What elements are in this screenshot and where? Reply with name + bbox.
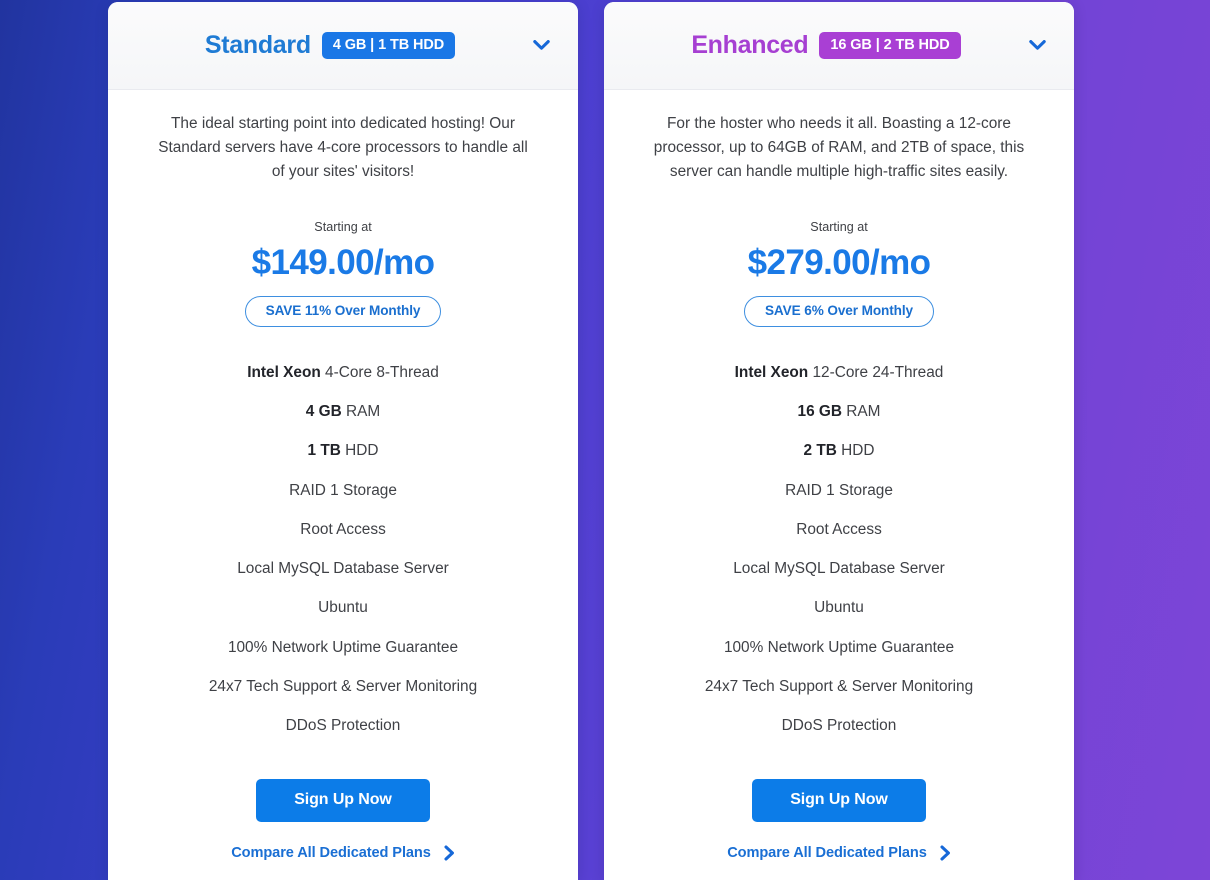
feature-item: Ubuntu: [648, 589, 1030, 628]
feature-rest: Local MySQL Database Server: [237, 560, 449, 578]
feature-rest: 24x7 Tech Support & Server Monitoring: [208, 677, 478, 695]
chevron-down-icon[interactable]: [1024, 33, 1050, 59]
plan-card-enhanced: Enhanced 16 GB | 2 TB HDD For the hoster…: [604, 2, 1074, 880]
feature-item: RAID 1 Storage: [648, 472, 1030, 511]
feature-item: Local MySQL Database Server: [648, 550, 1030, 589]
feature-item: 1 TB HDD: [152, 432, 534, 471]
feature-rest: RAM: [341, 403, 381, 421]
feature-rest: DDoS Protection: [781, 717, 897, 735]
feature-lead: 16 GB: [797, 403, 842, 421]
feature-item: 24x7 Tech Support & Server Monitoring: [648, 668, 1030, 707]
feature-item: 4 GB RAM: [152, 393, 534, 432]
plan-header-inner: Standard 4 GB | 1 TB HDD: [204, 31, 481, 60]
feature-lead: 4 GB: [305, 403, 342, 421]
feature-lead: 2 TB: [803, 442, 837, 460]
feature-item: 100% Network Uptime Guarantee: [152, 629, 534, 668]
starting-at-label: Starting at: [810, 220, 868, 234]
chevron-down-icon[interactable]: [528, 33, 554, 59]
feature-item: DDoS Protection: [648, 707, 1030, 746]
feature-rest: HDD: [836, 442, 875, 460]
plan-header-standard: Standard 4 GB | 1 TB HDD: [108, 2, 578, 90]
feature-item: DDoS Protection: [152, 707, 534, 746]
sign-up-button[interactable]: Sign Up Now: [256, 779, 430, 823]
feature-item: Root Access: [152, 511, 534, 550]
plan-description: The ideal starting point into dedicated …: [158, 115, 528, 180]
feature-rest: 12-Core 24-Thread: [808, 363, 944, 381]
feature-rest: 24x7 Tech Support & Server Monitoring: [704, 677, 974, 695]
compare-plans-label: Compare All Dedicated Plans: [231, 845, 431, 862]
compare-plans-link[interactable]: Compare All Dedicated Plans: [231, 845, 455, 861]
plan-features-list: Intel Xeon 4-Core 8-Thread 4 GB RAM 1 TB…: [152, 354, 534, 747]
plan-price: $279.00/mo: [747, 243, 931, 283]
feature-rest: DDoS Protection: [285, 717, 401, 735]
compare-plans-label: Compare All Dedicated Plans: [727, 845, 927, 862]
feature-item: RAID 1 Storage: [152, 472, 534, 511]
plan-cta-block: Sign Up Now Compare All Dedicated Plans: [648, 779, 1030, 880]
feature-rest: Root Access: [300, 520, 386, 538]
feature-item: Intel Xeon 12-Core 24-Thread: [648, 354, 1030, 393]
price-block: Starting at $279.00/mo SAVE 6% Over Mont…: [648, 220, 1030, 327]
feature-rest: 4-Core 8-Thread: [320, 363, 439, 381]
feature-item: Ubuntu: [152, 589, 534, 628]
chevron-right-icon: [444, 845, 455, 862]
plan-title-enhanced: Enhanced: [691, 31, 809, 59]
feature-rest: Ubuntu: [318, 599, 368, 617]
starting-at-label: Starting at: [314, 220, 372, 234]
feature-rest: Ubuntu: [814, 599, 864, 617]
feature-rest: 100% Network Uptime Guarantee: [227, 638, 459, 656]
feature-item: 16 GB RAM: [648, 393, 1030, 432]
feature-rest: 100% Network Uptime Guarantee: [723, 638, 955, 656]
save-badge[interactable]: SAVE 6% Over Monthly: [743, 296, 935, 327]
plan-spec-badge-standard: 4 GB | 1 TB HDD: [321, 31, 456, 60]
plan-title-standard: Standard: [204, 31, 311, 59]
plan-cta-block: Sign Up Now Compare All Dedicated Plans: [152, 779, 534, 880]
plan-description: For the hoster who needs it all. Boastin…: [653, 115, 1025, 180]
sign-up-button[interactable]: Sign Up Now: [752, 779, 926, 823]
plan-header-inner: Enhanced 16 GB | 2 TB HDD: [691, 31, 986, 60]
feature-item: Root Access: [648, 511, 1030, 550]
price-block: Starting at $149.00/mo SAVE 11% Over Mon…: [152, 220, 534, 327]
feature-lead: Intel Xeon: [247, 363, 321, 381]
feature-lead: 1 TB: [307, 442, 341, 460]
plan-body-enhanced: For the hoster who needs it all. Boastin…: [604, 90, 1074, 880]
chevron-right-icon: [940, 845, 951, 862]
plan-card-standard: Standard 4 GB | 1 TB HDD The ideal start…: [108, 2, 578, 880]
plan-body-standard: The ideal starting point into dedicated …: [108, 90, 578, 880]
pricing-plans-container: Standard 4 GB | 1 TB HDD The ideal start…: [108, 2, 1074, 880]
plan-price: $149.00/mo: [251, 243, 435, 283]
plan-header-enhanced: Enhanced 16 GB | 2 TB HDD: [604, 2, 1074, 90]
plan-features-list: Intel Xeon 12-Core 24-Thread 16 GB RAM 2…: [648, 354, 1030, 747]
save-badge[interactable]: SAVE 11% Over Monthly: [244, 296, 442, 327]
feature-rest: HDD: [340, 442, 379, 460]
feature-item: Intel Xeon 4-Core 8-Thread: [152, 354, 534, 393]
compare-plans-link[interactable]: Compare All Dedicated Plans: [727, 845, 951, 861]
feature-item: Local MySQL Database Server: [152, 550, 534, 589]
plan-spec-badge-enhanced: 16 GB | 2 TB HDD: [819, 31, 961, 60]
feature-item: 100% Network Uptime Guarantee: [648, 629, 1030, 668]
feature-rest: RAID 1 Storage: [785, 481, 893, 499]
feature-rest: RAM: [842, 403, 881, 421]
feature-rest: Local MySQL Database Server: [733, 560, 945, 578]
feature-lead: Intel Xeon: [734, 363, 809, 381]
feature-rest: RAID 1 Storage: [289, 481, 397, 499]
feature-rest: Root Access: [796, 520, 882, 538]
feature-item: 24x7 Tech Support & Server Monitoring: [152, 668, 534, 707]
feature-item: 2 TB HDD: [648, 432, 1030, 471]
